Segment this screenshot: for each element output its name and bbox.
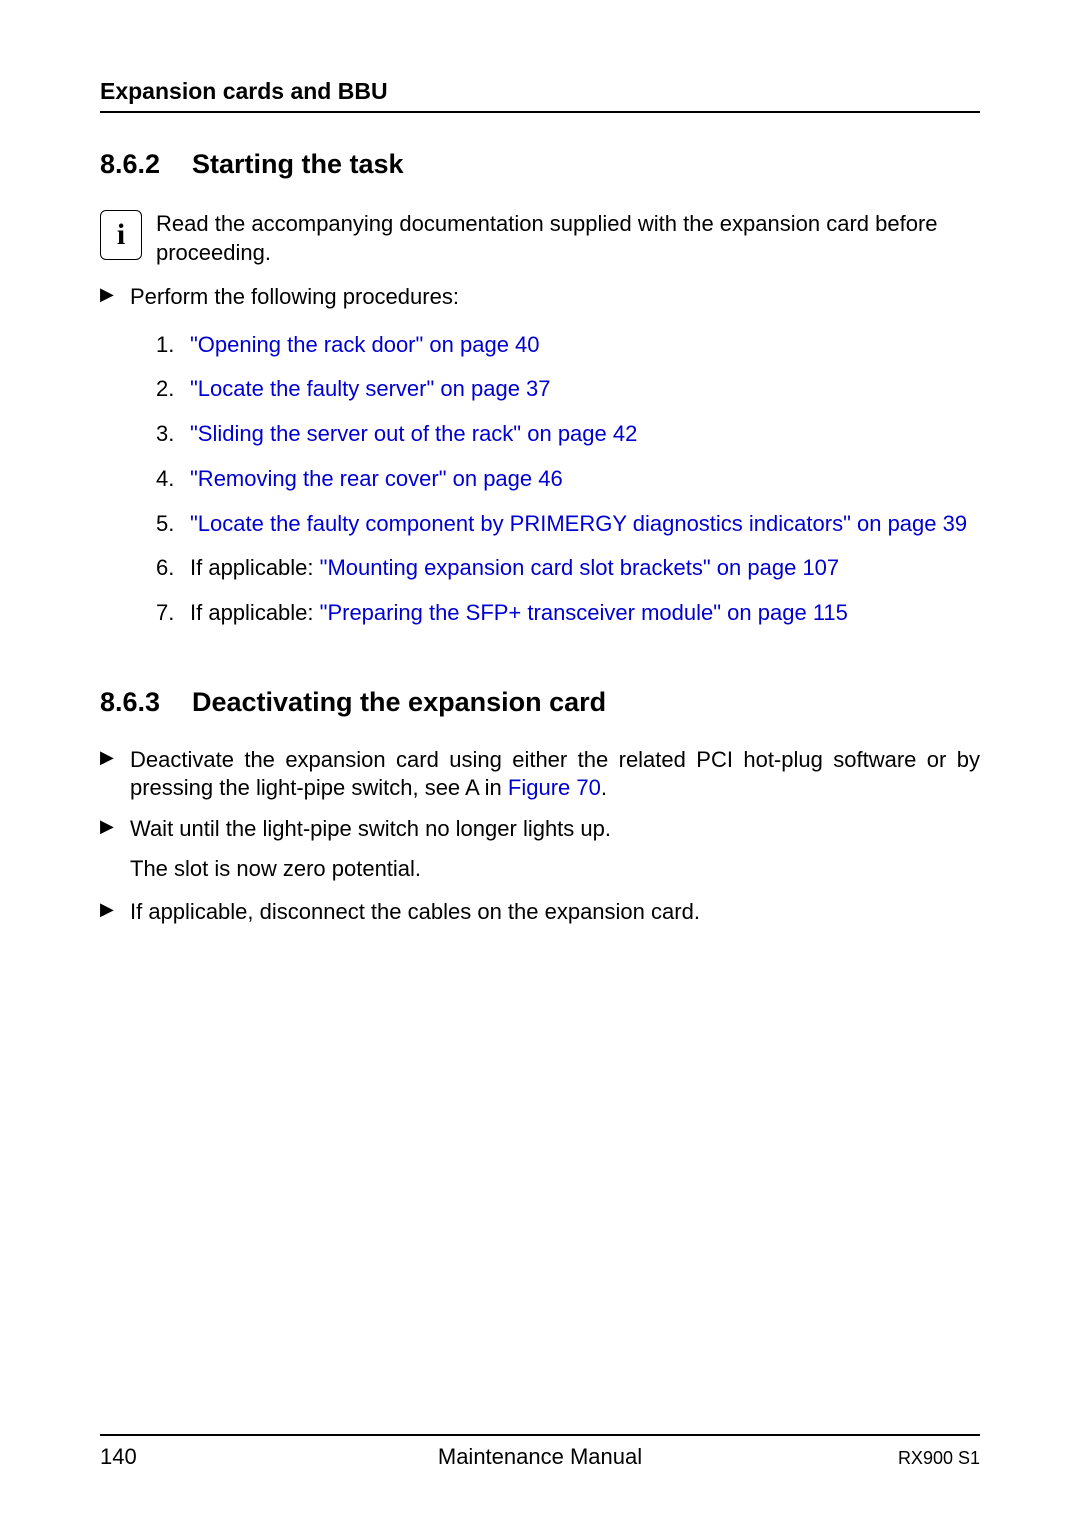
info-callout: i Read the accompanying documentation su…: [100, 208, 980, 267]
procedure-item: 1."Opening the rack door" on page 40: [156, 330, 980, 360]
procedure-body: "Locate the faulty component by PRIMERGY…: [190, 509, 980, 539]
info-icon: i: [100, 210, 142, 260]
procedure-link[interactable]: "Removing the rear cover" on page 46: [190, 466, 563, 491]
procedure-item: 5."Locate the faulty component by PRIMER…: [156, 509, 980, 539]
procedure-body: "Opening the rack door" on page 40: [190, 330, 980, 360]
procedure-body: "Sliding the server out of the rack" on …: [190, 419, 980, 449]
section-number: 8.6.3: [100, 687, 192, 718]
procedure-link[interactable]: "Opening the rack door" on page 40: [190, 332, 540, 357]
procedure-number: 1.: [156, 330, 190, 360]
procedure-link[interactable]: "Locate the faulty server" on page 37: [190, 376, 551, 401]
procedure-number: 2.: [156, 374, 190, 404]
page-header-title: Expansion cards and BBU: [100, 78, 980, 105]
procedure-body: "Removing the rear cover" on page 46: [190, 464, 980, 494]
procedure-item: 7.If applicable: "Preparing the SFP+ tra…: [156, 598, 980, 628]
step-text: Deactivate the expansion card using eith…: [130, 746, 980, 803]
figure-70-link[interactable]: Figure 70: [508, 775, 601, 800]
step-disconnect: ▶ If applicable, disconnect the cables o…: [100, 898, 980, 927]
page-footer: 140 Maintenance Manual RX900 S1: [100, 1434, 980, 1470]
step-wait: ▶ Wait until the light-pipe switch no lo…: [100, 815, 980, 844]
procedure-body: If applicable: "Mounting expansion card …: [190, 553, 980, 583]
procedure-number: 4.: [156, 464, 190, 494]
procedure-list: 1."Opening the rack door" on page 402."L…: [156, 330, 980, 628]
header-rule: [100, 111, 980, 113]
step-text: Wait until the light-pipe switch no long…: [130, 815, 611, 844]
procedure-link[interactable]: "Preparing the SFP+ transceiver module" …: [320, 600, 848, 625]
procedure-item: 2."Locate the faulty server" on page 37: [156, 374, 980, 404]
procedure-intro: ▶ Perform the following procedures:: [100, 283, 980, 312]
bullet-icon: ▶: [100, 283, 130, 312]
section-heading-862: 8.6.2 Starting the task: [100, 149, 980, 180]
intro-text: Perform the following procedures:: [130, 283, 459, 312]
procedure-prefix: If applicable:: [190, 600, 320, 625]
step-deactivate: ▶ Deactivate the expansion card using ei…: [100, 746, 980, 803]
footer-rule: [100, 1434, 980, 1436]
procedure-number: 7.: [156, 598, 190, 628]
bullet-icon: ▶: [100, 746, 130, 803]
procedure-number: 5.: [156, 509, 190, 539]
info-text: Read the accompanying documentation supp…: [156, 208, 980, 267]
step-text: If applicable, disconnect the cables on …: [130, 898, 700, 927]
procedure-prefix: If applicable:: [190, 555, 320, 580]
section-title: Deactivating the expansion card: [192, 687, 606, 718]
procedure-body: "Locate the faulty server" on page 37: [190, 374, 980, 404]
bullet-icon: ▶: [100, 898, 130, 927]
procedure-number: 6.: [156, 553, 190, 583]
section-heading-863: 8.6.3 Deactivating the expansion card: [100, 687, 980, 718]
section-title: Starting the task: [192, 149, 404, 180]
step-wait-sub: The slot is now zero potential.: [130, 855, 980, 884]
step-post: .: [601, 775, 607, 800]
procedure-body: If applicable: "Preparing the SFP+ trans…: [190, 598, 980, 628]
footer-title: Maintenance Manual: [100, 1444, 980, 1470]
procedure-number: 3.: [156, 419, 190, 449]
procedure-link[interactable]: "Sliding the server out of the rack" on …: [190, 421, 637, 446]
procedure-item: 4."Removing the rear cover" on page 46: [156, 464, 980, 494]
procedure-link[interactable]: "Locate the faulty component by PRIMERGY…: [190, 511, 967, 536]
procedure-item: 6.If applicable: "Mounting expansion car…: [156, 553, 980, 583]
procedure-link[interactable]: "Mounting expansion card slot brackets" …: [320, 555, 840, 580]
bullet-icon: ▶: [100, 815, 130, 844]
section-number: 8.6.2: [100, 149, 192, 180]
procedure-item: 3."Sliding the server out of the rack" o…: [156, 419, 980, 449]
